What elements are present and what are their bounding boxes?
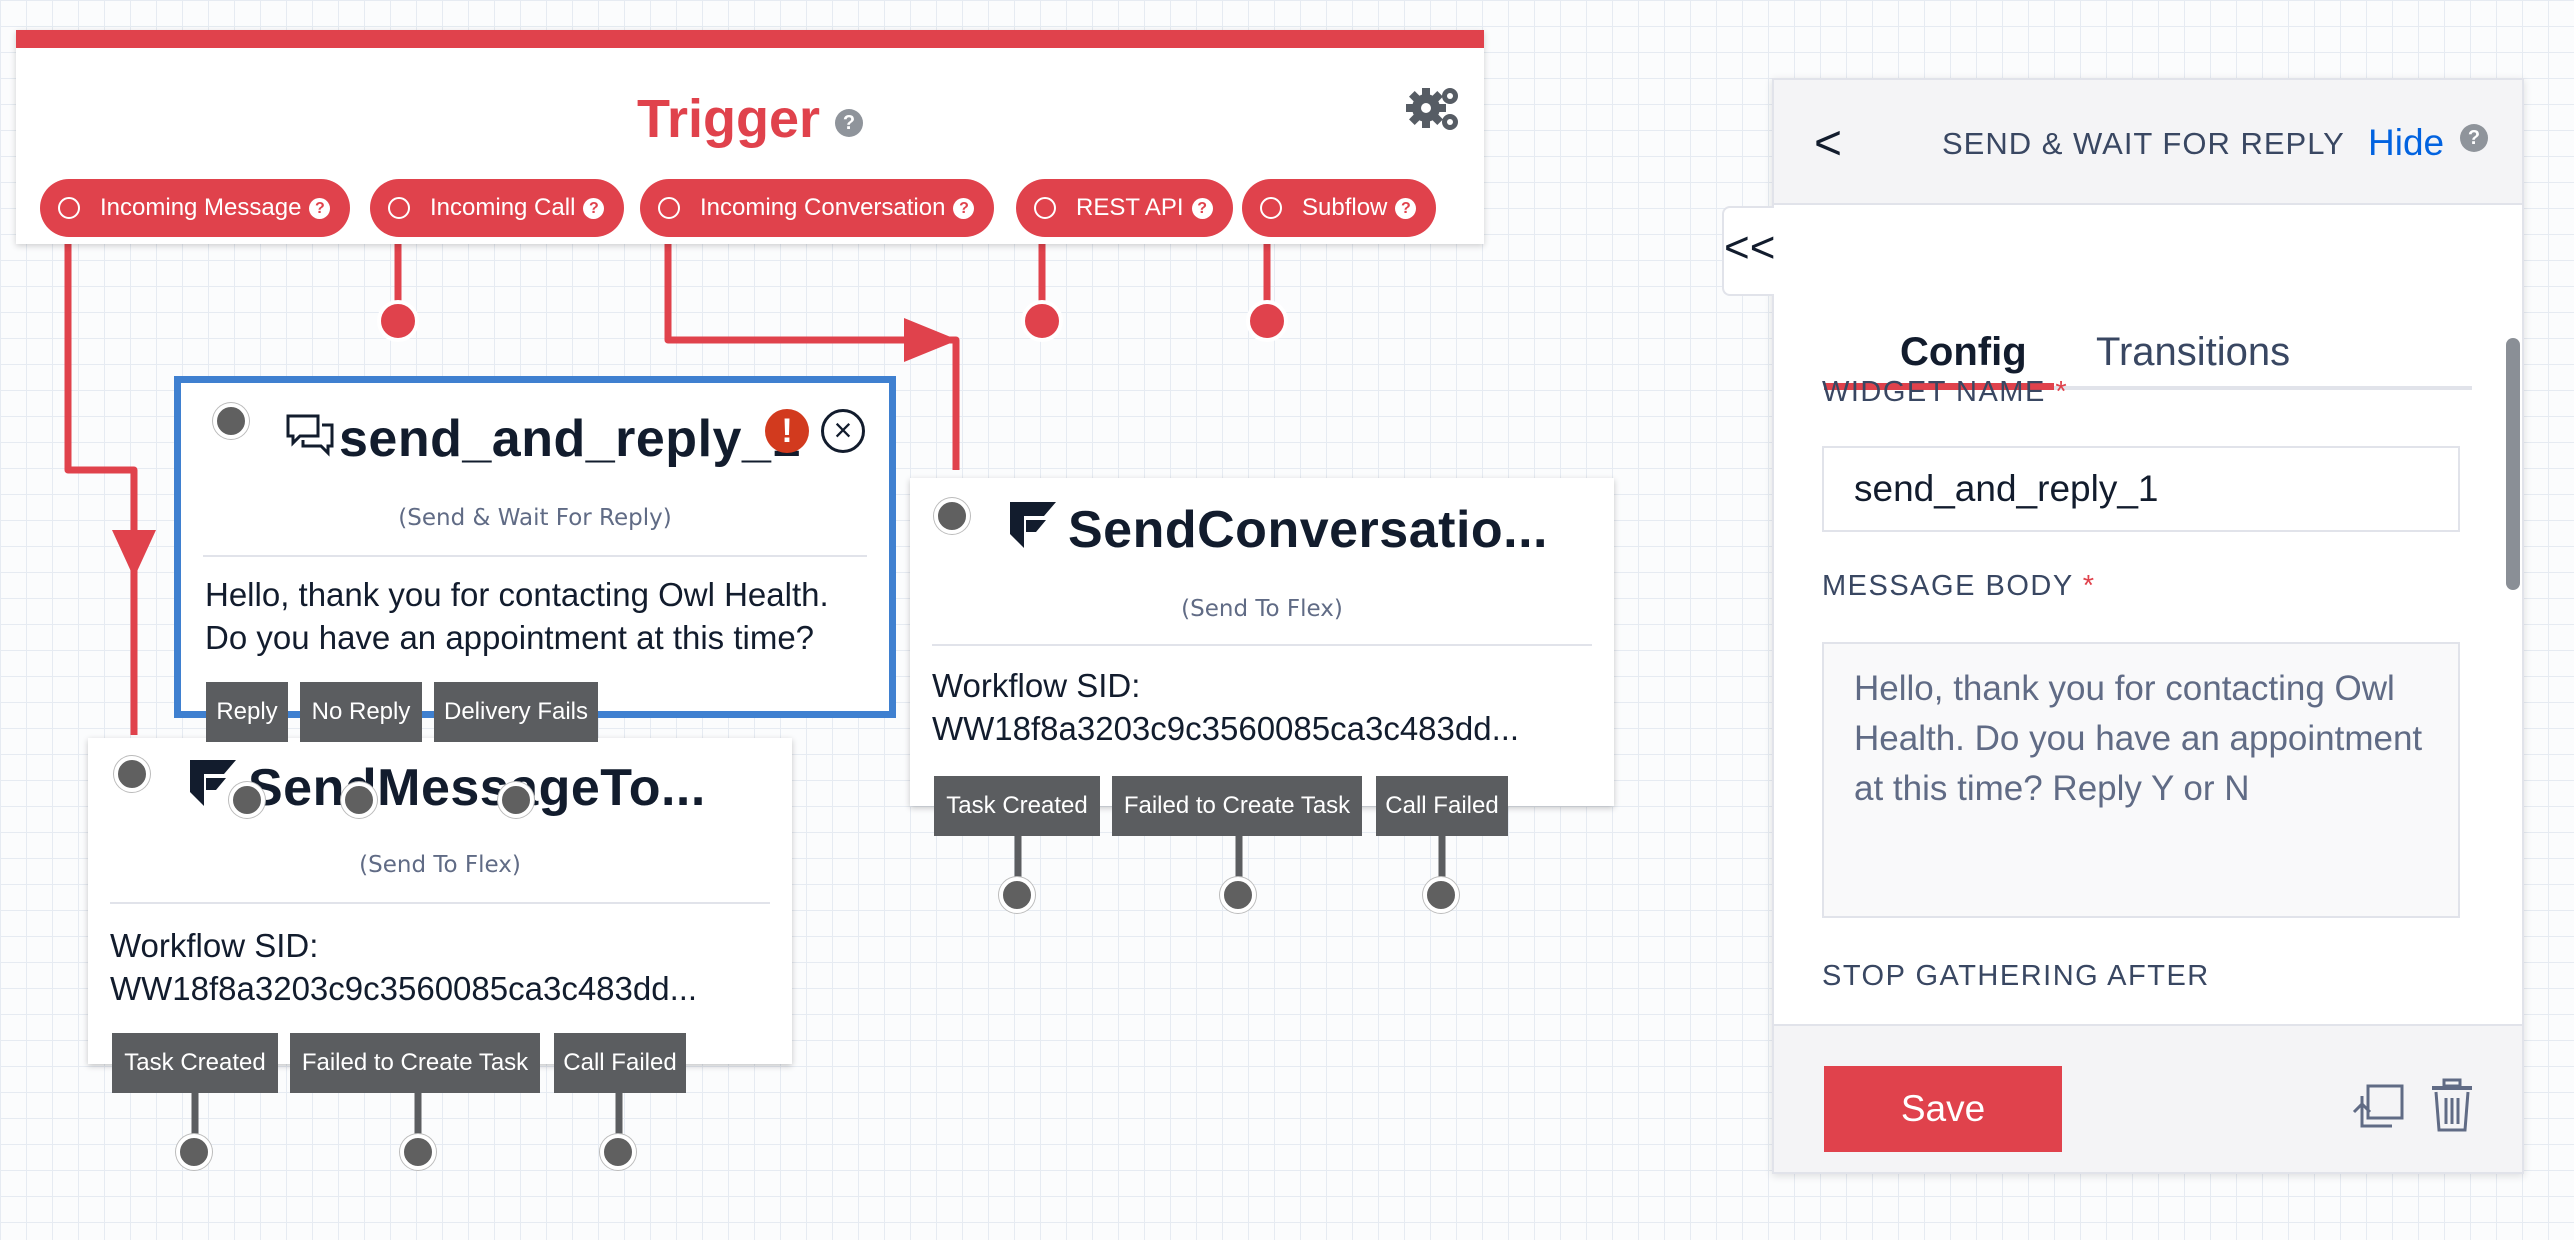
help-icon[interactable]: ? xyxy=(2460,124,2488,152)
double-chevron-left-icon: << xyxy=(1724,223,1776,272)
help-icon[interactable]: ? xyxy=(1191,197,1213,219)
transition-reply[interactable]: Reply xyxy=(206,682,288,742)
trigger-title: Trigger ? xyxy=(16,88,1484,150)
send-conversation-to-flex-widget[interactable]: SendConversatio... (Send To Flex) Workfl… xyxy=(910,478,1614,806)
transition-no-reply[interactable]: No Reply xyxy=(300,682,422,742)
input-port[interactable] xyxy=(934,498,970,534)
input-port[interactable] xyxy=(114,756,150,792)
port-subflow xyxy=(1246,300,1288,342)
radio-icon xyxy=(1034,197,1056,219)
trigger-subflow[interactable]: Subflow ? xyxy=(1242,179,1437,237)
arrow-head-down xyxy=(112,530,156,578)
trigger-rest-api[interactable]: REST API ? xyxy=(1016,179,1233,237)
widget-type: (Send & Wait For Reply) xyxy=(398,505,672,531)
divider xyxy=(203,555,867,557)
port-rest-api xyxy=(1021,300,1063,342)
error-icon[interactable]: ! xyxy=(765,409,809,453)
trash-icon[interactable] xyxy=(2430,1078,2474,1132)
widget-type: (Send To Flex) xyxy=(1181,596,1343,622)
output-port-delivery-fails[interactable] xyxy=(498,782,534,818)
input-port[interactable] xyxy=(213,403,249,439)
tab-transitions[interactable]: Transitions xyxy=(2096,330,2290,375)
send-and-reply-widget[interactable]: send_and_reply_1 ! × (Send & Wait For Re… xyxy=(174,376,896,718)
message-body-field[interactable]: Hello, thank you for contacting Owl Heal… xyxy=(1822,642,2460,918)
help-icon[interactable]: ? xyxy=(583,197,605,219)
widget-title: SendMessageTo... xyxy=(248,759,706,817)
widget-type: (Send To Flex) xyxy=(359,852,521,878)
trigger-incoming-conversation[interactable]: Incoming Conversation ? xyxy=(640,179,995,237)
panel-header: < SEND & WAIT FOR REPLY Hide ? xyxy=(1774,80,2522,205)
transition-failed-to-create-task[interactable]: Failed to Create Task xyxy=(1112,776,1362,836)
port-incoming-call xyxy=(377,300,419,342)
stop-gathering-label: STOP GATHERING AFTER xyxy=(1822,960,2210,992)
divider xyxy=(110,902,770,904)
help-icon[interactable]: ? xyxy=(309,197,331,219)
widget-config-panel: < SEND & WAIT FOR REPLY Hide ? Config Tr… xyxy=(1772,78,2524,1174)
panel-scrollbar[interactable] xyxy=(2506,338,2520,590)
widget-body: Hello, thank you for contacting Owl Heal… xyxy=(205,576,829,656)
message-body-label: MESSAGE BODY * xyxy=(1822,570,2096,602)
output-port-call-failed[interactable] xyxy=(1423,877,1459,913)
transition-task-created[interactable]: Task Created xyxy=(112,1033,278,1093)
widget-body: Workflow SID: WW18f8a3203c9c3560085ca3c4… xyxy=(932,667,1520,747)
help-icon[interactable]: ? xyxy=(835,108,864,137)
output-port-task-created[interactable] xyxy=(999,877,1035,913)
output-port-failed-to-create-task[interactable] xyxy=(1220,877,1256,913)
chevron-left-icon[interactable]: < xyxy=(1814,120,1842,168)
widget-name-field[interactable] xyxy=(1822,446,2460,532)
widget-title: SendConversatio... xyxy=(1068,501,1548,559)
help-icon[interactable]: ? xyxy=(1395,197,1417,219)
close-icon[interactable]: × xyxy=(821,409,865,453)
chat-bubble-icon xyxy=(286,414,334,457)
arrow-head-right xyxy=(904,318,958,362)
transition-call-failed[interactable]: Call Failed xyxy=(1376,776,1508,836)
radio-icon xyxy=(388,197,410,219)
radio-icon xyxy=(1260,197,1282,219)
trigger-incoming-message[interactable]: Incoming Message ? xyxy=(40,179,351,237)
radio-icon xyxy=(58,197,80,219)
hide-panel-link[interactable]: Hide xyxy=(2368,122,2444,164)
output-port-call-failed[interactable] xyxy=(600,1134,636,1170)
wire-incoming-message xyxy=(64,244,138,735)
help-icon[interactable]: ? xyxy=(953,197,975,219)
panel-footer: Save xyxy=(1774,1024,2522,1172)
output-port-failed-to-create-task[interactable] xyxy=(400,1134,436,1170)
save-button[interactable]: Save xyxy=(1824,1066,2062,1152)
trigger-widget[interactable]: Trigger ? Incoming Message ? Incoming Ca… xyxy=(16,30,1484,244)
panel-title: SEND & WAIT FOR REPLY xyxy=(1942,126,2345,161)
gear-icon[interactable] xyxy=(1404,82,1462,134)
output-port-reply[interactable] xyxy=(229,782,265,818)
flex-logo-icon xyxy=(1010,502,1056,548)
widget-body: Workflow SID: WW18f8a3203c9c3560085ca3c4… xyxy=(110,927,698,1007)
send-message-to-flex-widget[interactable]: SendMessageTo... (Send To Flex) Workflow… xyxy=(88,738,792,1064)
widget-title: send_and_reply_1 xyxy=(339,410,801,468)
widget-name-label: WIDGET NAME * xyxy=(1822,376,2069,408)
output-port-task-created[interactable] xyxy=(176,1134,212,1170)
duplicate-icon[interactable] xyxy=(2352,1082,2406,1130)
output-port-no-reply[interactable] xyxy=(341,782,377,818)
divider xyxy=(932,644,1592,646)
radio-icon xyxy=(658,197,680,219)
transition-task-created[interactable]: Task Created xyxy=(934,776,1100,836)
transition-failed-to-create-task[interactable]: Failed to Create Task xyxy=(290,1033,540,1093)
panel-tabs: Config Transitions xyxy=(1824,252,2472,390)
transition-delivery-fails[interactable]: Delivery Fails xyxy=(434,682,598,742)
trigger-incoming-call[interactable]: Incoming Call ? xyxy=(370,179,625,237)
tab-config[interactable]: Config xyxy=(1900,330,2027,375)
transition-call-failed[interactable]: Call Failed xyxy=(554,1033,686,1093)
collapse-panel-button[interactable]: << xyxy=(1722,206,1776,296)
